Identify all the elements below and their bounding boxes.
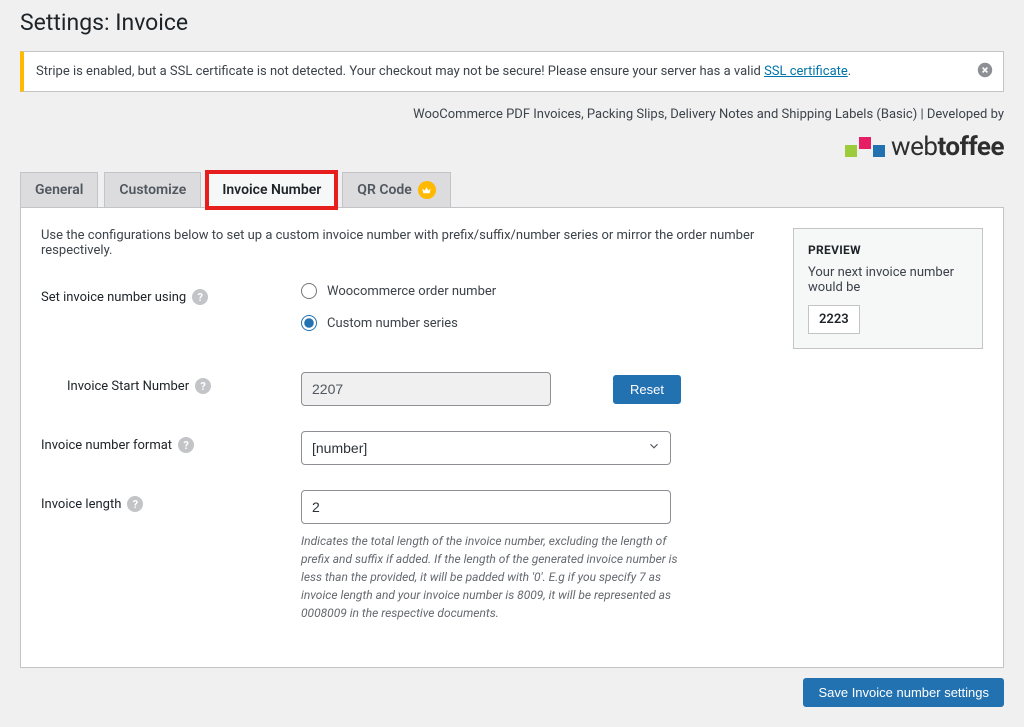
start-number-input[interactable]	[301, 372, 551, 406]
settings-panel: Use the configurations below to set up a…	[20, 207, 1004, 668]
label-length: Invoice length ?	[41, 490, 301, 512]
tab-invoice-number[interactable]: Invoice Number	[207, 172, 336, 208]
crown-icon	[418, 181, 436, 199]
label-start-number: Invoice Start Number ?	[41, 372, 301, 394]
ssl-link[interactable]: SSL certificate	[764, 64, 848, 79]
notice-text-after: .	[848, 64, 851, 79]
developed-by-text: WooCommerce PDF Invoices, Packing Slips,…	[20, 107, 1004, 122]
label-set-using: Set invoice number using ?	[41, 283, 301, 305]
radio-woo-label: Woocommerce order number	[327, 284, 496, 299]
brand-name: webtoffee	[891, 132, 1004, 162]
page-title: Settings: Invoice	[20, 0, 1004, 36]
label-format: Invoice number format ?	[41, 431, 301, 453]
format-select[interactable]: [number]	[301, 431, 671, 465]
preview-box: PREVIEW Your next invoice number would b…	[793, 228, 983, 349]
preview-value: 2223	[808, 305, 860, 334]
tab-bar: General Customize Invoice Number QR Code	[20, 172, 1004, 208]
logo-squares-icon	[845, 137, 885, 157]
tab-qr-code[interactable]: QR Code	[342, 172, 451, 208]
preview-text: Your next invoice number would be	[808, 265, 968, 295]
length-description: Indicates the total length of the invoic…	[301, 532, 681, 622]
length-input[interactable]	[301, 490, 671, 524]
reset-button[interactable]: Reset	[613, 375, 681, 404]
radio-custom-label: Custom number series	[327, 316, 458, 331]
brand-logo: webtoffee	[20, 132, 1004, 162]
help-icon[interactable]: ?	[127, 496, 143, 512]
help-icon[interactable]: ?	[195, 378, 211, 394]
ssl-notice: Stripe is enabled, but a SSL certificate…	[20, 51, 1004, 92]
tab-qr-code-label: QR Code	[357, 182, 412, 198]
radio-woo-input[interactable]	[301, 283, 317, 299]
help-icon[interactable]: ?	[178, 437, 194, 453]
close-icon[interactable]	[977, 62, 993, 82]
tab-general[interactable]: General	[20, 172, 98, 208]
intro-text: Use the configurations below to set up a…	[41, 228, 763, 258]
help-icon[interactable]: ?	[192, 289, 208, 305]
save-button[interactable]: Save Invoice number settings	[803, 678, 1004, 707]
tab-customize[interactable]: Customize	[104, 172, 201, 208]
notice-text-before: Stripe is enabled, but a SSL certificate…	[36, 64, 764, 79]
radio-custom-input[interactable]	[301, 315, 317, 331]
radio-custom-series[interactable]: Custom number series	[301, 315, 681, 331]
radio-woo-order[interactable]: Woocommerce order number	[301, 283, 681, 299]
preview-title: PREVIEW	[808, 243, 968, 257]
